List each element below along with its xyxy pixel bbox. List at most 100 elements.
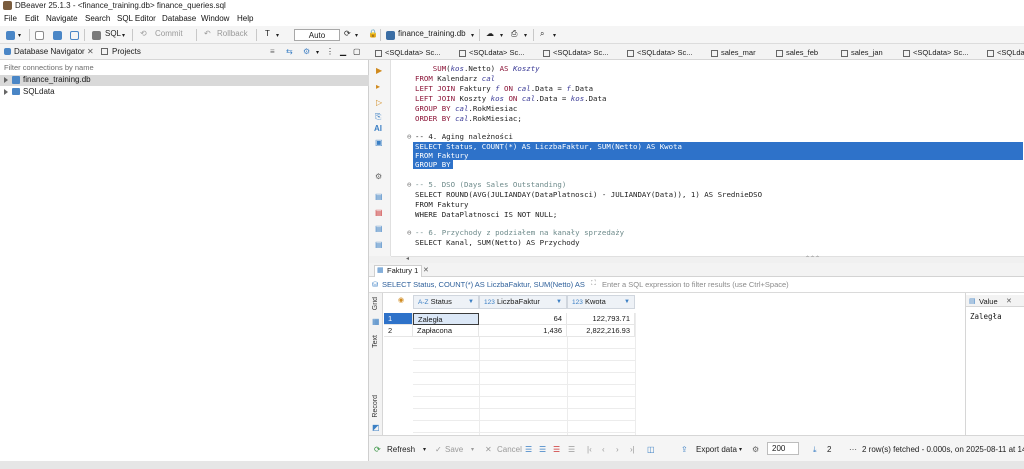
tab-database-navigator[interactable]: Database Navigator (14, 47, 85, 56)
schema-icon[interactable]: ☁ (486, 29, 494, 38)
disconnect-icon[interactable] (53, 31, 62, 40)
menu-database[interactable]: Database (162, 14, 196, 23)
grid-icon[interactable]: ▦ (372, 317, 380, 326)
more-icon[interactable]: ⋯ (849, 445, 857, 454)
explain-plan-icon[interactable]: ⎘ (375, 112, 381, 122)
sql-editor[interactable]: SUM(kos.Netto) AS Koszty FROM Kalendarz … (391, 60, 1024, 256)
chevron-down-icon[interactable]: ▾ (18, 32, 21, 39)
tab-sqldata-script-3[interactable]: <SQLdata> Sc... (543, 48, 608, 57)
table-cell[interactable]: 2,822,216.93 (567, 325, 635, 337)
execute-in-tab-icon[interactable]: ▷ (376, 98, 382, 107)
menu-file[interactable]: File (4, 14, 17, 23)
export-data-button[interactable]: Export data (696, 445, 737, 454)
chevron-down-icon[interactable]: ▾ (471, 32, 474, 39)
export-icon[interactable]: ⇪ (681, 445, 688, 454)
cancel-button[interactable]: Cancel (497, 445, 522, 454)
column-header-liczbafaktur[interactable]: 123 LiczbaFaktur ▼ (479, 295, 567, 309)
previous-page-icon[interactable]: ‹ (602, 445, 605, 454)
format-icon[interactable]: ▤ (375, 224, 383, 233)
next-page-icon[interactable]: › (616, 445, 619, 454)
sql-editor-icon[interactable] (92, 31, 101, 40)
connection-filter-input[interactable]: Filter connections by name (4, 63, 94, 72)
expand-icon[interactable] (4, 76, 8, 83)
fold-icon[interactable]: ⊖ (407, 180, 411, 189)
tree-item-finance-training-db[interactable]: finance_training.db (4, 75, 91, 84)
menu-navigate[interactable]: Navigate (46, 14, 78, 23)
record-icon[interactable]: ◩ (372, 423, 380, 432)
menu-window[interactable]: Window (201, 14, 229, 23)
view-menu-icon[interactable]: ⋮ (326, 47, 334, 56)
fetch-size-input[interactable]: 200 (767, 442, 799, 455)
settings-icon[interactable]: ⚙ (303, 47, 310, 56)
save-button[interactable]: Save (445, 445, 463, 454)
transaction-mode-select[interactable]: Auto (294, 29, 340, 41)
chevron-down-icon[interactable]: ▾ (524, 32, 527, 39)
chevron-down-icon[interactable]: ▾ (471, 446, 474, 453)
menu-sql-editor[interactable]: SQL Editor (117, 14, 156, 23)
grid-view-tab[interactable]: Grid (372, 297, 379, 310)
tab-faktury-1[interactable]: Faktury 1 (387, 266, 418, 275)
results-filter-input[interactable]: Enter a SQL expression to filter results… (602, 280, 789, 289)
menu-search[interactable]: Search (85, 14, 110, 23)
close-icon[interactable]: ✕ (1006, 297, 1012, 305)
chevron-down-icon[interactable]: ▾ (122, 32, 125, 39)
chevron-down-icon[interactable]: ▾ (316, 49, 319, 56)
row-number[interactable]: 2 (384, 325, 413, 337)
collapse-icon[interactable]: ≡ (270, 47, 275, 56)
expand-icon[interactable] (4, 88, 8, 95)
minimize-icon[interactable]: ▁ (340, 47, 346, 56)
value-content[interactable]: Zaległa (970, 312, 1002, 321)
maximize-icon[interactable]: ▢ (353, 47, 361, 56)
table-cell[interactable]: Zapłacona (413, 325, 479, 337)
close-icon[interactable]: ✕ (423, 266, 429, 274)
table-cell[interactable]: 122,793.71 (567, 313, 635, 325)
row-count-icon[interactable]: ⤓ (813, 445, 817, 455)
invalidate-icon[interactable] (70, 31, 79, 40)
show-variables-icon[interactable]: ▤ (375, 240, 383, 249)
first-page-icon[interactable]: |‹ (587, 445, 592, 454)
tab-sqldata-script-6[interactable]: <SQLdata> Sc... (987, 48, 1024, 57)
tab-sqldata-script-4[interactable]: <SQLdata> Sc... (627, 48, 692, 57)
connect-icon[interactable] (35, 31, 44, 40)
chevron-down-icon[interactable]: ▾ (276, 32, 279, 39)
ai-assistant-icon[interactable]: AI (374, 124, 382, 133)
add-row-icon[interactable]: ☰ (525, 445, 532, 454)
settings-icon[interactable]: ⚙ (752, 445, 759, 454)
record-view-tab[interactable]: Record (372, 395, 379, 418)
tab-sales-feb[interactable]: sales_feb (776, 48, 818, 57)
settings-icon[interactable]: ⚙ (375, 172, 382, 181)
edit-row-icon[interactable]: ☰ (568, 445, 575, 454)
tab-sqldata-script-5[interactable]: <SQLdata> Sc... (903, 48, 968, 57)
execute-script-icon[interactable]: ▸ (376, 82, 380, 91)
copy-row-icon[interactable]: ☰ (539, 445, 546, 454)
table-cell[interactable]: Zaległa (413, 313, 479, 325)
table-cell[interactable]: 1,436 (479, 325, 567, 337)
column-header-kwota[interactable]: 123 Kwota ▼ (567, 295, 635, 309)
chevron-down-icon[interactable]: ▾ (355, 32, 358, 39)
delete-row-icon[interactable]: ☰ (553, 445, 560, 454)
transaction-icon[interactable]: T (265, 29, 270, 38)
print-icon[interactable]: ⎙ (511, 29, 517, 39)
chevron-down-icon[interactable]: ▾ (423, 446, 426, 453)
chevron-down-icon[interactable]: ▾ (739, 446, 742, 453)
row-number[interactable]: 1 (384, 313, 413, 325)
execute-statement-icon[interactable]: ▶ (376, 66, 382, 75)
refresh-button[interactable]: Refresh (387, 445, 415, 454)
new-connection-icon[interactable] (6, 31, 15, 40)
scroll-left-icon[interactable]: ◂ (406, 255, 409, 262)
tab-sqldata-script-1[interactable]: <SQLdata> Sc... (375, 48, 440, 57)
tab-projects[interactable]: Projects (112, 47, 141, 56)
lock-icon[interactable]: 🔒 (368, 29, 378, 38)
refresh-icon[interactable]: ⟳ (374, 445, 381, 454)
text-view-tab[interactable]: Text (372, 335, 379, 348)
close-icon[interactable]: ✕ (87, 47, 94, 56)
fold-icon[interactable]: ⊖ (407, 132, 411, 141)
history-icon[interactable]: ⟳ (344, 29, 351, 38)
search-icon[interactable]: ⌕ (540, 29, 544, 39)
chevron-down-icon[interactable]: ▾ (553, 32, 556, 39)
tab-sqldata-script-2[interactable]: <SQLdata> Sc... (459, 48, 524, 57)
splitter-handle-icon[interactable]: ⌃⌃⌃ (805, 255, 820, 262)
results-grid[interactable]: ◉ A-Z Status ▼ 123 LiczbaFaktur ▼ 123 Kwot… (384, 293, 964, 435)
tree-item-sqldata[interactable]: SQLdata (4, 87, 55, 96)
last-page-icon[interactable]: ›| (630, 445, 635, 454)
